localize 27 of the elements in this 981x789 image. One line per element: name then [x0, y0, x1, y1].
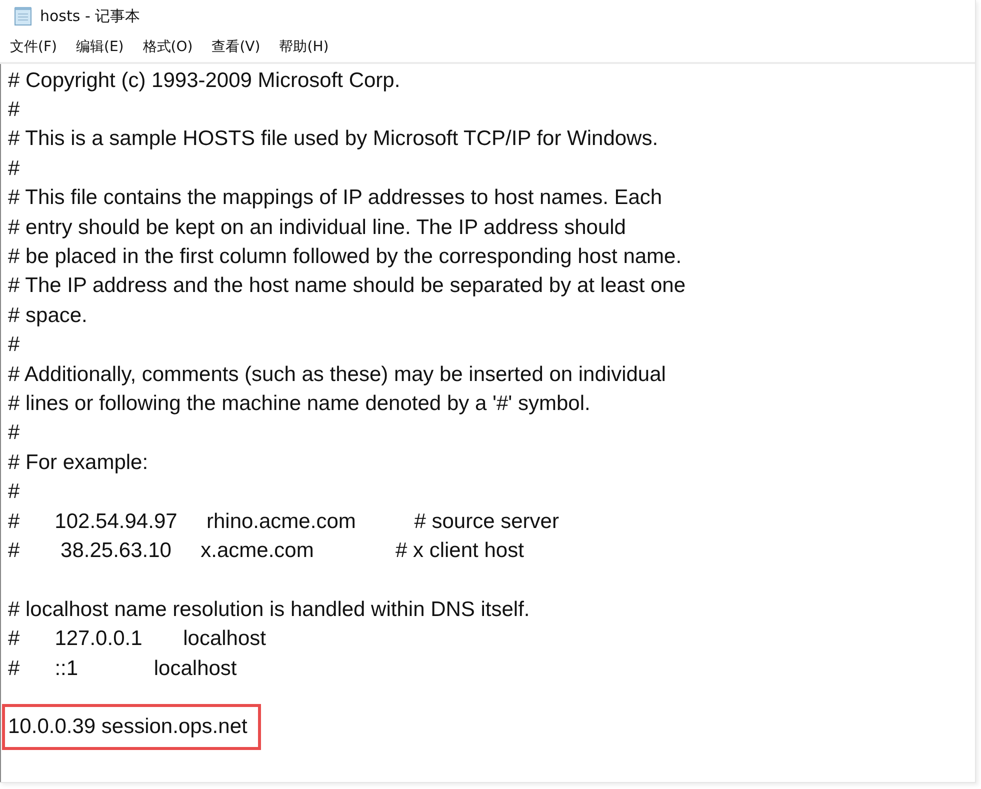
text-line: # The IP address and the host name should be separated by at least one: [8, 274, 686, 298]
menu-item[interactable]: 查看(V): [212, 38, 260, 56]
text-line: # This file contains the mappings of IP addresses to host names. Each: [8, 186, 662, 210]
text-line: # entry should be kept on an individual line. The IP address should: [8, 216, 626, 240]
text-line: #: [8, 480, 20, 504]
text-line: # This is a sample HOSTS file used by Microsoft TCP/IP for Windows.: [8, 127, 658, 152]
menu-item[interactable]: 帮助(H): [279, 38, 329, 56]
text-line: # 38.25.63.10 x.acme.com # x client host: [8, 538, 524, 563]
text-line: # ::1 localhost: [8, 656, 237, 680]
text-line: #: [8, 421, 20, 446]
text-line: # 102.54.94.97 rhino.acme.com # source server: [8, 510, 559, 534]
text-line: #: [8, 156, 20, 181]
text-line: # Copyright (c) 1993-2009 Microsoft Corp.: [8, 68, 400, 93]
window-title: hosts - 记事本: [40, 6, 140, 26]
text-line: # For example:: [8, 450, 148, 475]
text-line: # localhost name resolution is handled within DNS itself.: [8, 598, 530, 622]
text-line: # lines or following the machine name denoted by a '#' symbol.: [8, 392, 590, 416]
menu-item[interactable]: 文件(F): [10, 38, 57, 56]
menu-item[interactable]: 编辑(E): [76, 38, 124, 56]
text-line: # Additionally, comments (such as these) may be inserted on individual: [8, 362, 666, 387]
text-line: #: [8, 98, 20, 122]
notepad-icon: [14, 6, 32, 26]
menu-item[interactable]: 格式(O): [142, 38, 193, 56]
text-line: #: [8, 333, 20, 358]
text-line: # be placed in the first column followed by the corresponding host name.: [8, 245, 682, 270]
text-line: # space.: [8, 304, 88, 328]
text-line: # 127.0.0.1 localhost: [8, 627, 266, 652]
